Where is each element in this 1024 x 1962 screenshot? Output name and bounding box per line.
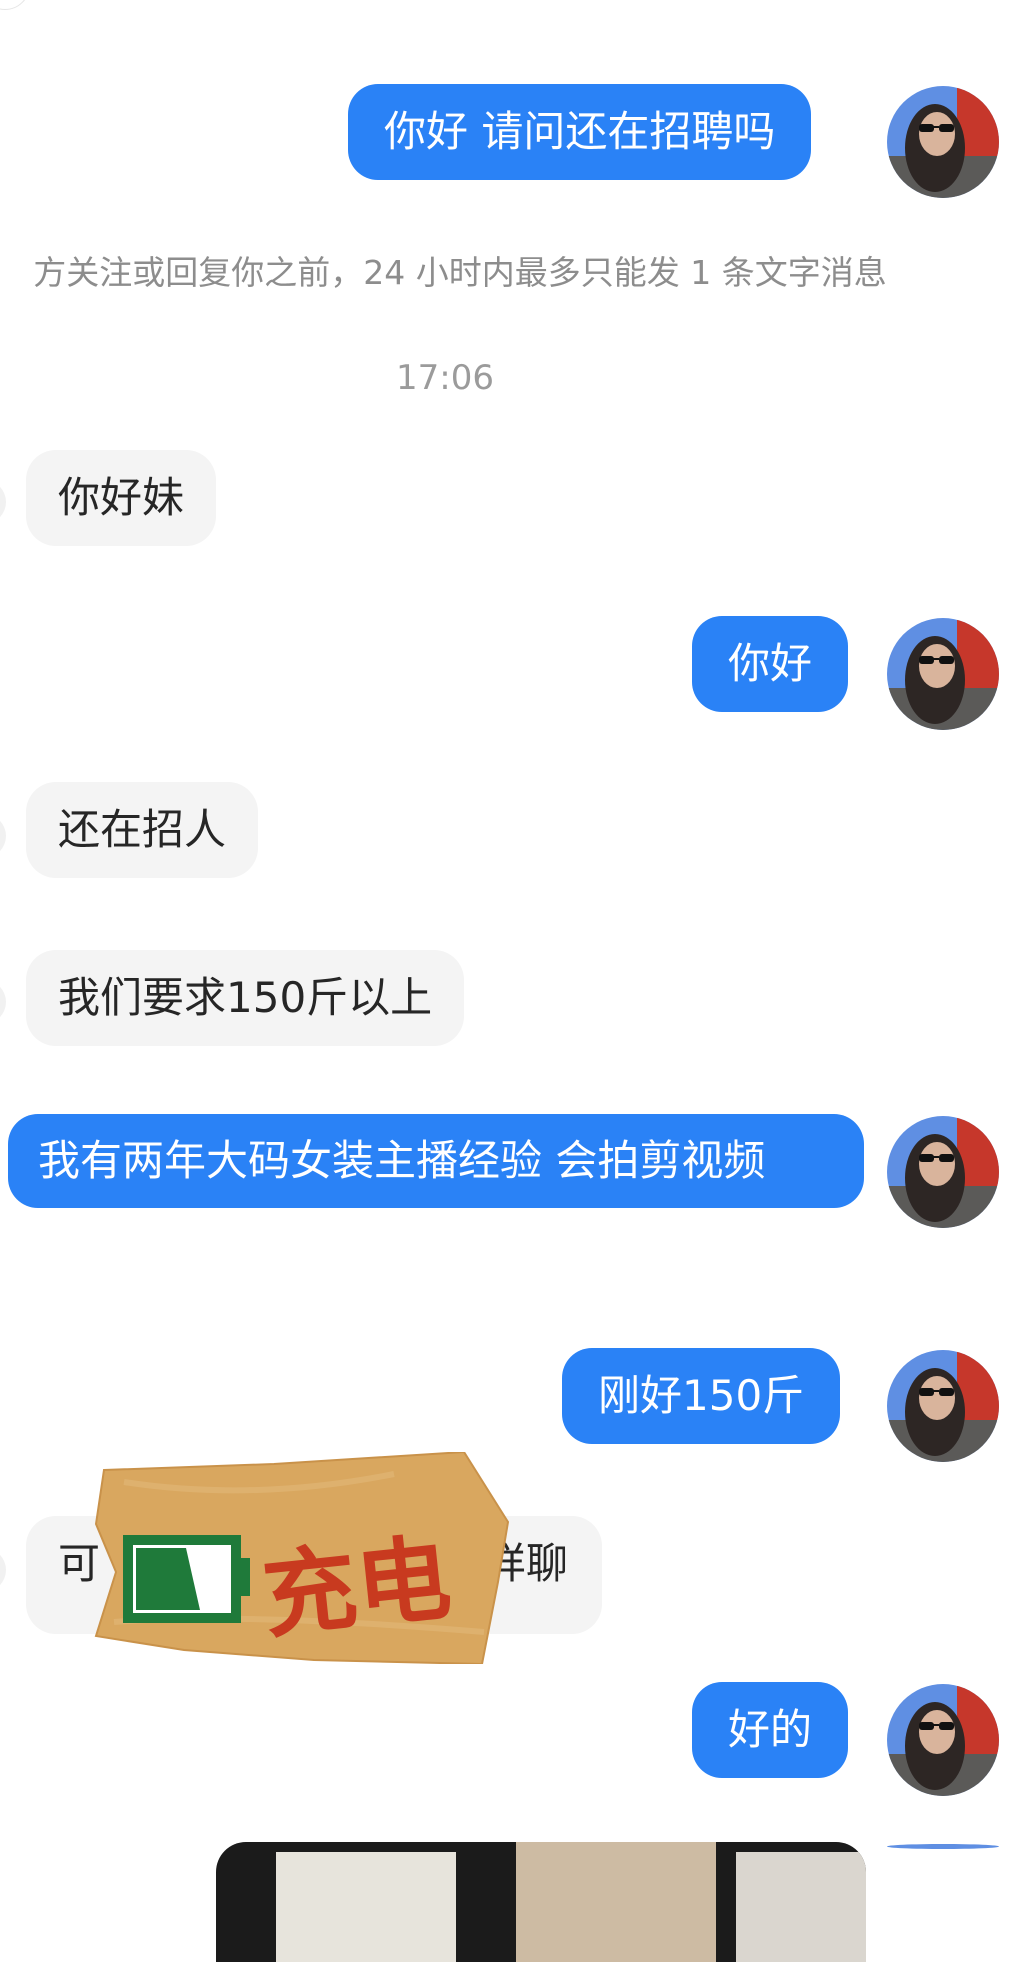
user-avatar-photo-icon [887, 86, 999, 198]
message-bubble-outgoing[interactable]: 我有两年大码女装主播经验 会拍剪视频 [8, 1114, 864, 1208]
message-bubble-incoming[interactable]: 还在招人 [26, 782, 259, 878]
image-fragment [276, 1852, 456, 1962]
user-avatar[interactable] [887, 1350, 999, 1462]
image-fragment [736, 1852, 866, 1962]
user-avatar-photo-icon [887, 1684, 999, 1796]
user-avatar[interactable] [887, 1684, 999, 1796]
user-avatar-photo-icon [887, 1844, 999, 1849]
peer-avatar-edge[interactable] [0, 480, 6, 524]
partial-avatar-top [0, 0, 30, 10]
user-avatar[interactable] [887, 618, 999, 730]
message-timestamp: 17:06 [396, 358, 494, 398]
user-avatar[interactable] [887, 1844, 999, 1849]
sticker-label: 充电 [257, 1524, 455, 1652]
user-avatar-photo-icon [887, 618, 999, 730]
peer-avatar-edge[interactable] [0, 1548, 6, 1592]
battery-charging-sticker: 充电 [94, 1450, 514, 1666]
message-bubble-outgoing[interactable]: 你好 [692, 616, 849, 712]
user-avatar-photo-icon [887, 1116, 999, 1228]
image-fragment [516, 1842, 716, 1962]
user-avatar-photo-icon [887, 1350, 999, 1462]
user-avatar[interactable] [887, 1116, 999, 1228]
peer-avatar-edge[interactable] [0, 980, 6, 1024]
message-bubble-incoming[interactable]: 你好妹 [26, 450, 217, 546]
peer-avatar-edge[interactable] [0, 814, 6, 858]
message-bubble-outgoing[interactable]: 好的 [692, 1682, 849, 1778]
image-message-preview[interactable] [216, 1842, 866, 1962]
message-bubble-incoming[interactable]: 我们要求150斤以上 [26, 950, 465, 1046]
user-avatar[interactable] [887, 86, 999, 198]
message-bubble-outgoing[interactable]: 刚好150斤 [562, 1348, 841, 1444]
message-bubble-outgoing[interactable]: 你好 请问还在招聘吗 [348, 84, 812, 180]
messaging-limit-notice: 方关注或回复你之前，24 小时内最多只能发 1 条文字消息 [33, 253, 887, 292]
